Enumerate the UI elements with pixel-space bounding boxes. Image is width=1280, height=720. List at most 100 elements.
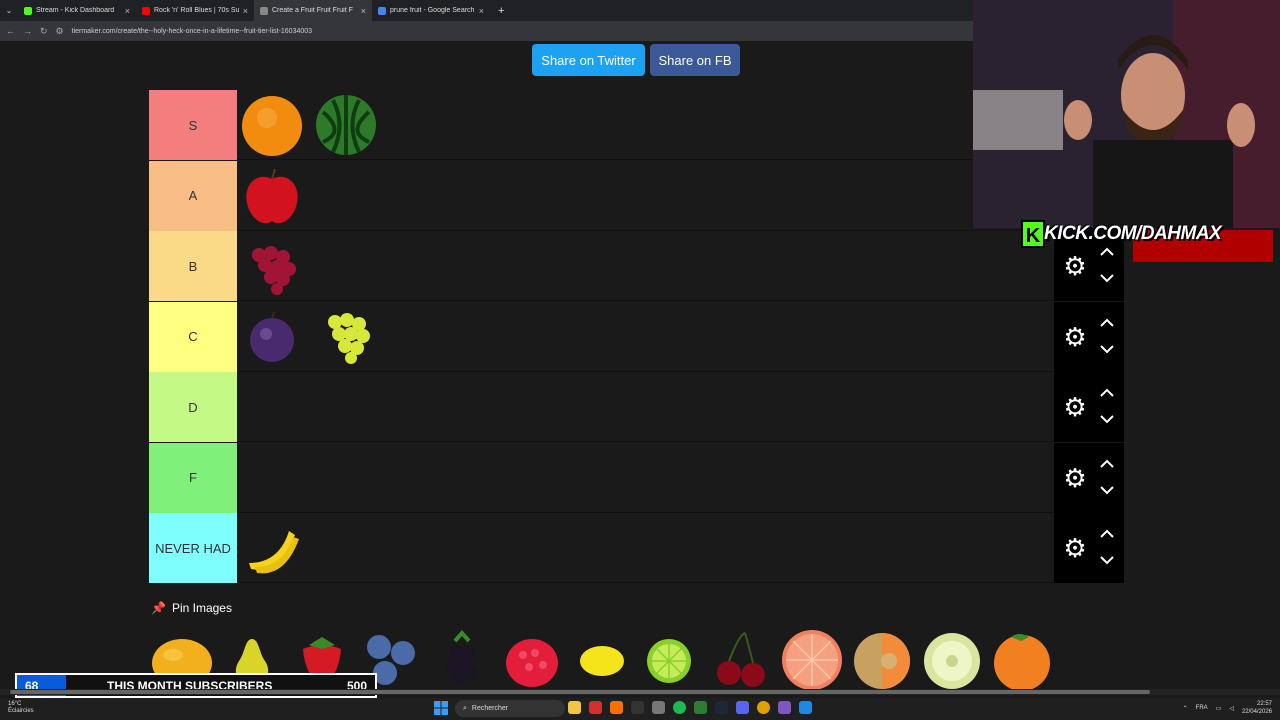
chevron-down-icon[interactable]	[1098, 483, 1116, 497]
browser-tab[interactable]: prune fruit - Google Search ×	[372, 0, 490, 21]
fruit-raspberry[interactable]	[499, 627, 565, 693]
browser-tab[interactable]: Rock 'n' Roll Blues | 70s Sun ×	[136, 0, 254, 21]
steam-icon[interactable]	[715, 701, 728, 714]
chevron-up-icon[interactable]	[1098, 527, 1116, 541]
fruit-lemon[interactable]	[569, 627, 635, 693]
weather-temp: 16°C	[8, 701, 22, 707]
settings-icon[interactable]	[652, 701, 665, 714]
gear-icon[interactable]: ⚙	[1062, 465, 1088, 491]
tab-title: prune fruit - Google Search	[390, 7, 475, 14]
fruit-apple[interactable]	[239, 163, 305, 229]
kick-text: KICK.COM/DAHMAX	[1044, 223, 1222, 244]
browser-tab[interactable]: Stream - Kick Dashboard ×	[18, 0, 136, 21]
tray-chevron-icon[interactable]: ⌃	[1183, 705, 1188, 712]
fruit-watermelon[interactable]	[313, 92, 379, 158]
tier-label[interactable]: C	[149, 301, 237, 372]
chrome-icon[interactable]	[757, 701, 770, 714]
svg-text:K: K	[1026, 225, 1041, 247]
tier-controls: ⚙	[1054, 372, 1124, 442]
orange-app-icon[interactable]	[610, 701, 623, 714]
fruit-grapefruit[interactable]	[779, 627, 845, 693]
discord-icon[interactable]	[736, 701, 749, 714]
tab-close-icon[interactable]: ×	[125, 6, 130, 16]
scrollbar-thumb[interactable]	[10, 690, 1150, 694]
search-icon: ⌕	[463, 704, 467, 712]
clock-time: 22:57	[1256, 701, 1272, 707]
blue-app-icon[interactable]	[799, 701, 812, 714]
url-field[interactable]: tiermaker.com/create/the--holy-heck-once…	[72, 28, 312, 35]
tab-favicon-icon	[142, 6, 150, 15]
fruit-banana[interactable]	[239, 515, 305, 581]
fruit-plum[interactable]	[239, 304, 305, 370]
tab-close-icon[interactable]: ×	[243, 6, 248, 16]
taskbar-apps	[568, 701, 812, 714]
volume-icon[interactable]: ◁	[1229, 705, 1234, 712]
tier-label[interactable]: S	[149, 90, 237, 160]
lang-indicator[interactable]: FRA	[1196, 705, 1208, 711]
xbox-icon[interactable]	[694, 701, 707, 714]
taskbar-search[interactable]: ⌕ Rechercher	[455, 700, 565, 717]
horizontal-scrollbar[interactable]	[0, 689, 1280, 695]
site-info-icon[interactable]: ⚙	[56, 26, 64, 37]
windows-taskbar: 16°C Éclaircies ⌕ Rechercher ⌃ FRA ▭ ◁ 2…	[0, 698, 1280, 720]
fruit-orange[interactable]	[239, 92, 305, 158]
tab-close-icon[interactable]: ×	[361, 6, 366, 16]
gear-icon[interactable]: ⚙	[1062, 253, 1088, 279]
fruit-tangerine[interactable]	[989, 627, 1055, 693]
fruit-red-grapes[interactable]	[239, 233, 305, 299]
pin-images[interactable]: 📌 Pin Images	[151, 601, 232, 615]
chevron-up-icon[interactable]	[1098, 386, 1116, 400]
tier-items	[239, 513, 305, 583]
fruit-cantaloupe[interactable]	[849, 627, 915, 693]
spotify-icon[interactable]	[673, 701, 686, 714]
clock[interactable]: 22:57 22/04/2026	[1242, 700, 1272, 716]
gear-icon[interactable]: ⚙	[1062, 324, 1088, 350]
fruit-honeydew[interactable]	[919, 627, 985, 693]
windows-start-icon[interactable]	[434, 701, 448, 715]
purple-app-icon[interactable]	[778, 701, 791, 714]
webcam-overlay	[973, 0, 1280, 228]
browser-tab[interactable]: Create a Fruit Fruit Fruit F ×	[254, 0, 372, 21]
tier-label[interactable]: B	[149, 231, 237, 301]
reload-icon[interactable]: ↻	[40, 26, 48, 37]
fruit-cherries[interactable]	[709, 627, 775, 693]
tier-row: D ⚙	[149, 372, 1124, 442]
tier-label[interactable]: F	[149, 442, 237, 513]
tier-items	[239, 231, 305, 301]
tab-title: Stream - Kick Dashboard	[36, 7, 115, 14]
weather-widget[interactable]: 16°C Éclaircies	[8, 701, 34, 715]
pin-images-label: Pin Images	[171, 601, 232, 615]
gear-icon[interactable]: ⚙	[1062, 394, 1088, 420]
tier-label[interactable]: A	[149, 160, 237, 231]
tab-favicon-icon	[378, 6, 386, 15]
network-icon[interactable]: ▭	[1216, 705, 1222, 712]
tier-items	[239, 161, 305, 231]
explorer-icon[interactable]	[568, 701, 581, 714]
tier-row: F ⚙	[149, 442, 1124, 513]
share-twitter-button[interactable]: Share on Twitter	[532, 44, 645, 76]
terminal-icon[interactable]	[631, 701, 644, 714]
tier-label[interactable]: NEVER HAD	[149, 513, 237, 583]
tier-row: B ⚙	[149, 231, 1124, 301]
chevron-down-icon[interactable]	[1098, 342, 1116, 356]
fruit-lime[interactable]	[639, 627, 705, 693]
fruit-blackberry[interactable]	[429, 627, 495, 693]
chevron-up-icon[interactable]	[1098, 316, 1116, 330]
forward-icon[interactable]: →	[23, 26, 32, 36]
fruit-green-grapes[interactable]	[313, 304, 379, 370]
gear-icon[interactable]: ⚙	[1062, 535, 1088, 561]
share-fb-button[interactable]: Share on FB	[650, 44, 740, 76]
chevron-up-icon[interactable]	[1098, 457, 1116, 471]
tier-label[interactable]: D	[149, 372, 237, 442]
tier-row: NEVER HAD ⚙	[149, 513, 1124, 583]
tab-close-icon[interactable]: ×	[479, 6, 484, 16]
back-icon[interactable]: ←	[6, 26, 15, 36]
new-tab-button[interactable]: +	[490, 5, 512, 17]
red-app-icon[interactable]	[589, 701, 602, 714]
tier-items	[239, 90, 379, 160]
chevron-down-icon[interactable]	[1098, 553, 1116, 567]
chevron-down-icon[interactable]	[1098, 271, 1116, 285]
chevron-down-icon[interactable]	[1098, 412, 1116, 426]
tab-list-button[interactable]: ⌄	[0, 0, 18, 21]
weather-desc: Éclaircies	[8, 708, 34, 714]
